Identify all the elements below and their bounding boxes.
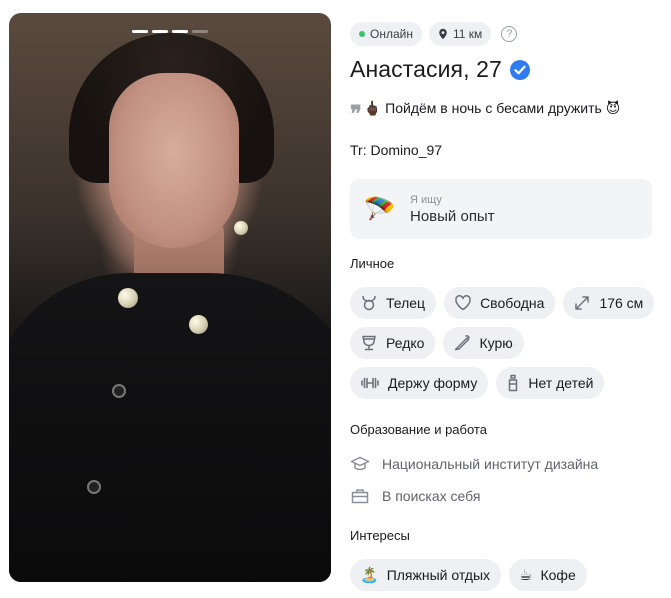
chip-label: Нет детей [528, 375, 594, 391]
chip-label: Пляжный отдых [386, 567, 491, 583]
chip-label: 176 см [599, 295, 644, 311]
chip-zodiac: Телец [350, 287, 437, 319]
looking-for-card: 🪂 Я ищу Новый опыт [350, 179, 652, 239]
photo-page-indicator[interactable] [172, 30, 188, 33]
chip-label: Кофе [540, 567, 576, 583]
dumbbell-icon [361, 377, 379, 389]
necklace-pearl [118, 288, 138, 308]
chip-interest: ☕ Кофе [509, 559, 587, 591]
status-row: Онлайн 11 км ? [350, 22, 518, 46]
education-item: Национальный институт дизайна [350, 455, 598, 473]
baby-bottle-icon [509, 374, 518, 392]
work-label: В поисках себя [382, 488, 481, 504]
looking-for-value: Новый опыт [410, 207, 495, 225]
distance-badge: 11 км [428, 22, 492, 46]
chip-label: Телец [386, 295, 426, 311]
necklace-pearl [189, 315, 208, 334]
chip-label: Свободна [480, 295, 545, 311]
online-dot-icon [359, 31, 365, 37]
chip-label: Курю [479, 335, 513, 351]
chip-children: Нет детей [496, 367, 605, 399]
shirt-button [87, 480, 101, 494]
smoking-icon [455, 335, 471, 351]
chip-relationship: Свободна [444, 287, 556, 319]
briefcase-icon [351, 489, 369, 504]
photo-shirt [9, 273, 331, 582]
online-label: Онлайн [370, 27, 413, 41]
chip-smoking: Курю [443, 327, 524, 359]
education-label: Национальный институт дизайна [382, 456, 599, 472]
chip-interest: 🏝️ Пляжный отдых [350, 559, 502, 591]
shirt-button [112, 384, 126, 398]
height-icon [575, 296, 590, 310]
personal-chip-row: Редко Курю [350, 327, 524, 359]
online-badge: Онлайн [350, 22, 422, 46]
chip-sport: Держу форму [350, 367, 489, 399]
heart-icon [455, 295, 471, 311]
looking-for-label: Я ищу [410, 193, 442, 206]
taurus-icon [362, 295, 376, 311]
chip-alcohol: Редко [350, 327, 436, 359]
personal-chip-row: Телец Свободна 176 см [350, 287, 655, 319]
photo-face [109, 73, 239, 248]
photo-page-indicator[interactable] [132, 30, 148, 33]
photo-page-indicator[interactable] [192, 30, 208, 33]
drink-icon [362, 335, 376, 351]
island-icon: 🏝️ [360, 567, 379, 584]
distance-label: 11 км [452, 27, 483, 41]
parachute-icon: 🪂 [363, 193, 397, 224]
profile-photo[interactable] [9, 13, 331, 582]
quote-icon: ❞ [350, 101, 362, 127]
help-icon[interactable]: ? [501, 26, 518, 42]
bio-text: 🖕🏿 Пойдём в ночь с бесами дружить 😈 [363, 100, 621, 116]
name-row: Анастасия, 27 [350, 56, 530, 83]
coffee-icon: ☕ [519, 567, 533, 584]
photo-pager[interactable] [132, 30, 208, 33]
personal-section-title: Личное [350, 256, 395, 271]
bio-handle: Tr: Domino_97 [350, 142, 443, 158]
chip-label: Редко [386, 335, 425, 351]
photo-page-indicator[interactable] [152, 30, 168, 33]
earring-pearl [234, 221, 248, 235]
profile-name: Анастасия, 27 [350, 56, 502, 82]
interests-chip-row: 🏝️ Пляжный отдых ☕ Кофе [350, 559, 587, 591]
verified-icon[interactable] [509, 59, 530, 80]
chip-label: Держу форму [388, 375, 478, 391]
bio: ❞ 🖕🏿 Пойдём в ночь с бесами дружить 😈 [350, 98, 655, 127]
work-item: В поисках себя [350, 487, 480, 505]
location-pin-icon [439, 28, 447, 40]
interests-section-title: Интересы [350, 528, 410, 543]
graduation-cap-icon [350, 456, 370, 471]
education-section-title: Образование и работа [350, 422, 487, 437]
chip-height: 176 см [563, 287, 655, 319]
personal-chip-row: Держу форму Нет детей [350, 367, 605, 399]
